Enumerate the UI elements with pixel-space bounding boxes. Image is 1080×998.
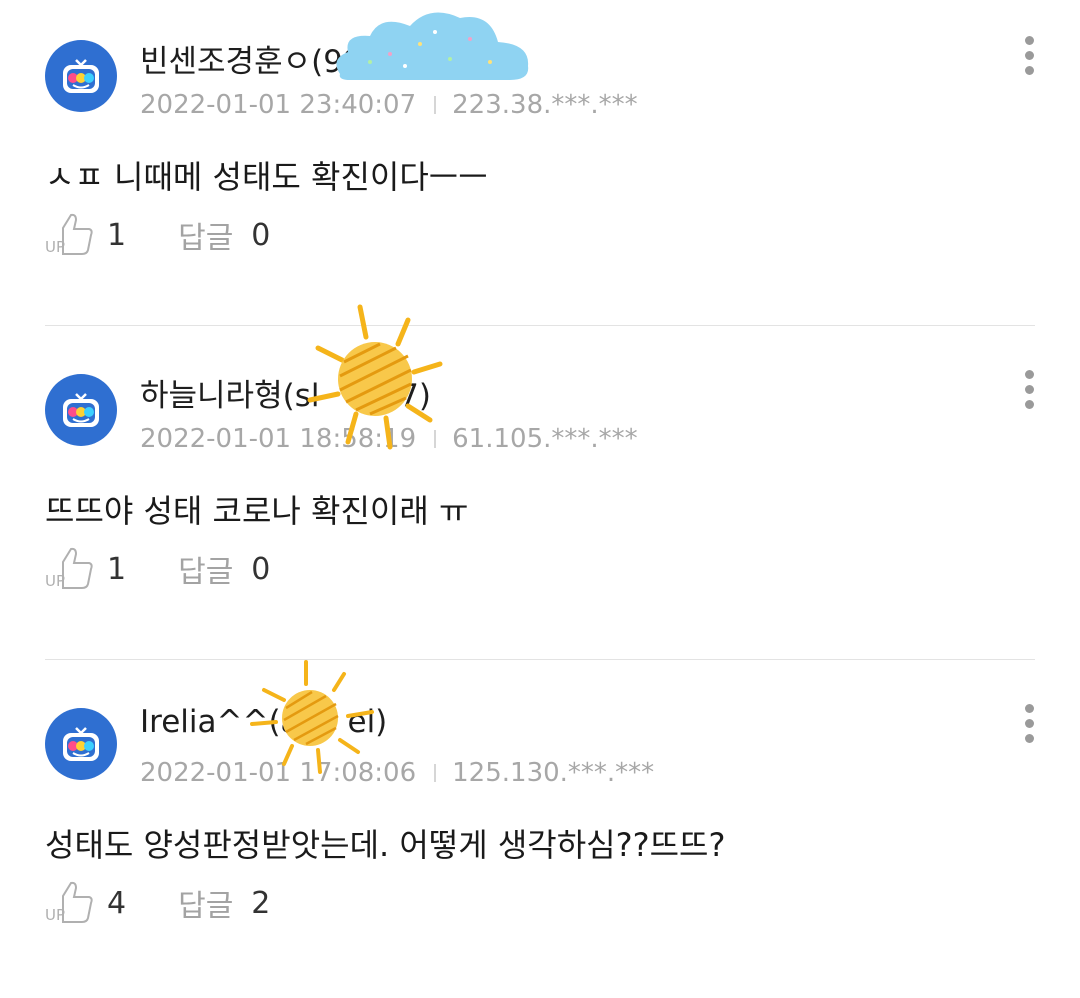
tv-character-icon <box>63 393 99 427</box>
comment-item: 하늘니라형(sl d7) 2022-01-01 18:58:19 61.105.*… <box>0 304 1080 664</box>
up-button[interactable]: UP 4 <box>45 880 126 926</box>
reply-label: 답글 <box>178 889 234 924</box>
svg-text:UP: UP <box>45 572 65 590</box>
nickname[interactable]: 빈센조경훈ㅇ(99 <box>140 36 363 81</box>
comment-text: ㅅㅍ 니때메 성태도 확진이다ㅡㅡ <box>45 158 488 196</box>
comment-text: 성태도 양성판정받앗는데. 어떻게 생각하심??뜨뜨? <box>45 826 726 864</box>
comment-actions: UP 4 답글 2 <box>45 880 270 926</box>
comment-meta: 2022-01-01 18:58:19 61.105.***.*** <box>140 424 638 454</box>
tv-character-icon <box>63 59 99 93</box>
reply-button[interactable]: 답글 0 <box>178 547 270 591</box>
comment-meta: 2022-01-01 23:40:07 223.38.***.*** <box>140 90 638 120</box>
comment-actions: UP 1 답글 0 <box>45 546 270 592</box>
nickname[interactable]: 하늘니라형(sl d7) <box>140 370 431 415</box>
thumbs-up-icon: UP <box>45 881 93 924</box>
more-options-button[interactable] <box>1018 370 1040 414</box>
comment-meta: 2022-01-01 17:08:06 125.130.***.*** <box>140 758 654 788</box>
reply-count: 2 <box>251 885 271 921</box>
reply-count: 0 <box>251 217 271 253</box>
reply-count: 0 <box>251 551 271 587</box>
up-count: 1 <box>107 217 127 253</box>
nickname-tail: d7) <box>379 378 431 414</box>
comment-ip: 125.130.***.*** <box>452 758 655 788</box>
nickname-tail: el) <box>347 704 388 740</box>
avatar[interactable] <box>45 708 117 780</box>
nickname-text: Irelia^^(ak <box>140 704 318 740</box>
avatar[interactable] <box>45 40 117 112</box>
up-count: 1 <box>107 551 127 587</box>
up-button[interactable]: UP 1 <box>45 546 126 592</box>
reply-button[interactable]: 답글 2 <box>178 881 270 925</box>
divider <box>45 325 1035 326</box>
svg-text:UP: UP <box>45 238 65 256</box>
thumbs-up-icon: UP <box>45 547 93 590</box>
avatar[interactable] <box>45 374 117 446</box>
more-vertical-icon <box>1018 36 1040 75</box>
divider <box>45 659 1035 660</box>
comment-text: 뜨뜨야 성태 코로나 확진이래 ㅠ <box>45 492 469 530</box>
comment-item: 빈센조경훈ㅇ(99 2022-01-01 23:40:07 223.38.***… <box>0 0 1080 330</box>
more-vertical-icon <box>1018 370 1040 409</box>
reply-button[interactable]: 답글 0 <box>178 213 270 257</box>
meta-separator <box>434 764 437 782</box>
meta-separator <box>434 96 437 114</box>
comment-item: Irelia^^(ak el) 2022-01-01 17:08:06 125.1… <box>0 660 1080 998</box>
nickname-text: 하늘니라형(sl <box>140 378 320 414</box>
up-count: 4 <box>107 885 127 921</box>
comment-date: 2022-01-01 18:58:19 <box>140 424 417 454</box>
comment-ip: 61.105.***.*** <box>452 424 638 454</box>
meta-separator <box>434 430 437 448</box>
reply-label: 답글 <box>178 221 234 256</box>
more-vertical-icon <box>1018 704 1040 743</box>
thumbs-up-icon: UP <box>45 213 93 256</box>
tv-character-icon <box>63 727 99 761</box>
comment-date: 2022-01-01 23:40:07 <box>140 90 417 120</box>
nickname[interactable]: Irelia^^(ak el) <box>140 704 387 740</box>
svg-text:UP: UP <box>45 906 65 924</box>
up-button[interactable]: UP 1 <box>45 212 126 258</box>
more-options-button[interactable] <box>1018 704 1040 748</box>
reply-label: 답글 <box>178 555 234 590</box>
more-options-button[interactable] <box>1018 36 1040 80</box>
comment-ip: 223.38.***.*** <box>452 90 638 120</box>
comment-date: 2022-01-01 17:08:06 <box>140 758 417 788</box>
comment-actions: UP 1 답글 0 <box>45 212 270 258</box>
